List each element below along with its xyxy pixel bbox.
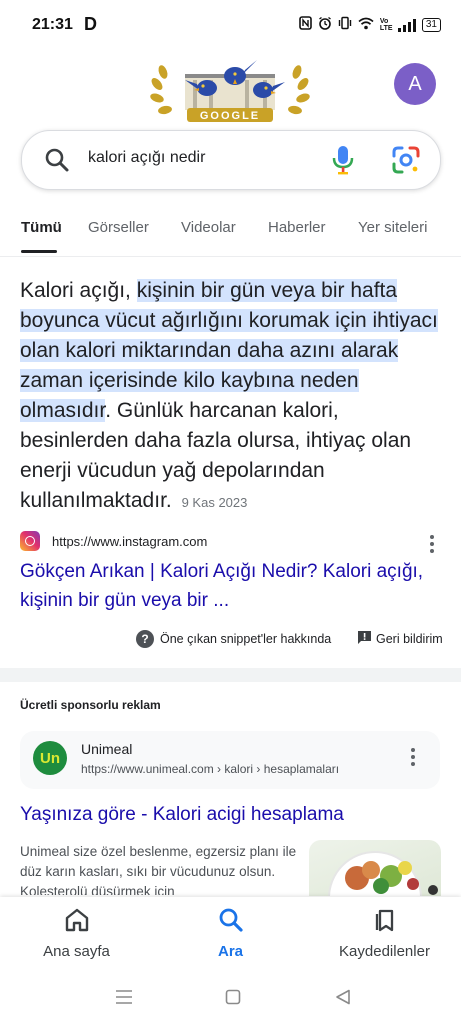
result-url[interactable]: https://www.instagram.com (52, 534, 207, 549)
nav-saved[interactable]: Kaydedilenler (308, 897, 461, 975)
ad-food-image[interactable] (309, 840, 441, 896)
status-icons: Vo LTE 31 (299, 16, 441, 33)
search-nav-icon (218, 907, 244, 938)
snippet-date: 9 Kas 2023 (181, 495, 248, 510)
search-tabs: Tümü Görseller Videolar Haberler Yer sit… (0, 206, 461, 254)
vibrate-icon (338, 16, 352, 33)
signal-icon (397, 18, 416, 32)
feedback-label: Geri bildirim (376, 632, 443, 646)
nav-search-label: Ara (217, 943, 243, 960)
bottom-navigation: Ana sayfa Ara Kaydedilenler (0, 897, 461, 975)
tab-news[interactable]: Haberler (268, 219, 326, 236)
nav-search[interactable]: Ara (154, 897, 307, 975)
home-icon (64, 907, 90, 938)
result-source[interactable]: https://www.instagram.com (20, 531, 445, 555)
nfc-icon (299, 16, 312, 33)
ad-source-card[interactable]: Un Unimeal https://www.unimeal.com › kal… (20, 731, 440, 789)
status-time: 21:31 (32, 16, 73, 33)
search-input[interactable] (88, 149, 318, 167)
recent-apps-icon[interactable] (115, 989, 133, 1010)
status-bar: 21:31 D Vo LTE 31 (0, 0, 461, 52)
search-bar[interactable] (21, 130, 441, 190)
nav-home[interactable]: Ana sayfa (0, 897, 153, 975)
nav-saved-label: Kaydedilenler (339, 943, 430, 960)
about-snippets-label: Öne çıkan snippet'ler hakkında (160, 632, 332, 646)
result-title-link[interactable]: Gökçen Arıkan | Kalori Açığı Nedir? Kalo… (20, 557, 440, 615)
tab-videos[interactable]: Videolar (181, 219, 236, 236)
back-icon[interactable] (335, 989, 351, 1010)
sponsored-label: Ücretli sponsorlu reklam (20, 698, 161, 712)
home-button-icon[interactable] (225, 989, 241, 1010)
app-notification-icon: D (84, 14, 97, 34)
tab-places[interactable]: Yer siteleri (358, 219, 427, 236)
volte-label: Vo LTE (379, 17, 393, 32)
account-avatar[interactable]: A (394, 63, 436, 105)
tabs-divider (0, 256, 461, 257)
system-navigation-bar (0, 975, 461, 1024)
search-icon (44, 147, 70, 178)
tab-images[interactable]: Görseller (88, 219, 149, 236)
instagram-icon (20, 531, 40, 551)
battery-icon: 31 (421, 17, 441, 32)
alarm-icon (318, 16, 332, 33)
tab-all[interactable]: Tümü (21, 219, 62, 236)
google-lens-icon[interactable] (392, 146, 420, 179)
more-options-icon[interactable] (430, 535, 434, 556)
google-doodle[interactable]: GOOGLE (145, 54, 315, 128)
nav-home-label: Ana sayfa (43, 943, 110, 960)
voice-search-icon[interactable] (332, 145, 354, 180)
help-icon: ? (136, 630, 154, 648)
ad-advertiser-name: Unimeal (81, 741, 133, 757)
about-snippets-link[interactable]: ? Öne çıkan snippet'ler hakkında (136, 630, 331, 648)
snippet-prefix: Kalori açığı, (20, 279, 137, 302)
active-tab-indicator (21, 250, 57, 253)
ad-url: https://www.unimeal.com › kalori › hesap… (81, 762, 340, 776)
section-divider (0, 668, 461, 682)
ad-description: Unimeal size özel beslenme, egzersiz pla… (20, 844, 297, 895)
wifi-icon (358, 17, 374, 33)
feedback-icon (357, 630, 372, 648)
unimeal-logo: Un (33, 741, 67, 775)
feedback-link[interactable]: Geri bildirim (357, 630, 443, 648)
bookmarks-icon (372, 907, 398, 938)
ad-title-link[interactable]: Yaşınıza göre - Kalori acigi hesaplama (20, 804, 344, 826)
doodle-text: GOOGLE (200, 110, 260, 122)
featured-snippet-text: Kalori açığı, kişinin bir gün veya bir h… (20, 276, 445, 518)
ad-more-options-icon[interactable] (411, 748, 415, 769)
